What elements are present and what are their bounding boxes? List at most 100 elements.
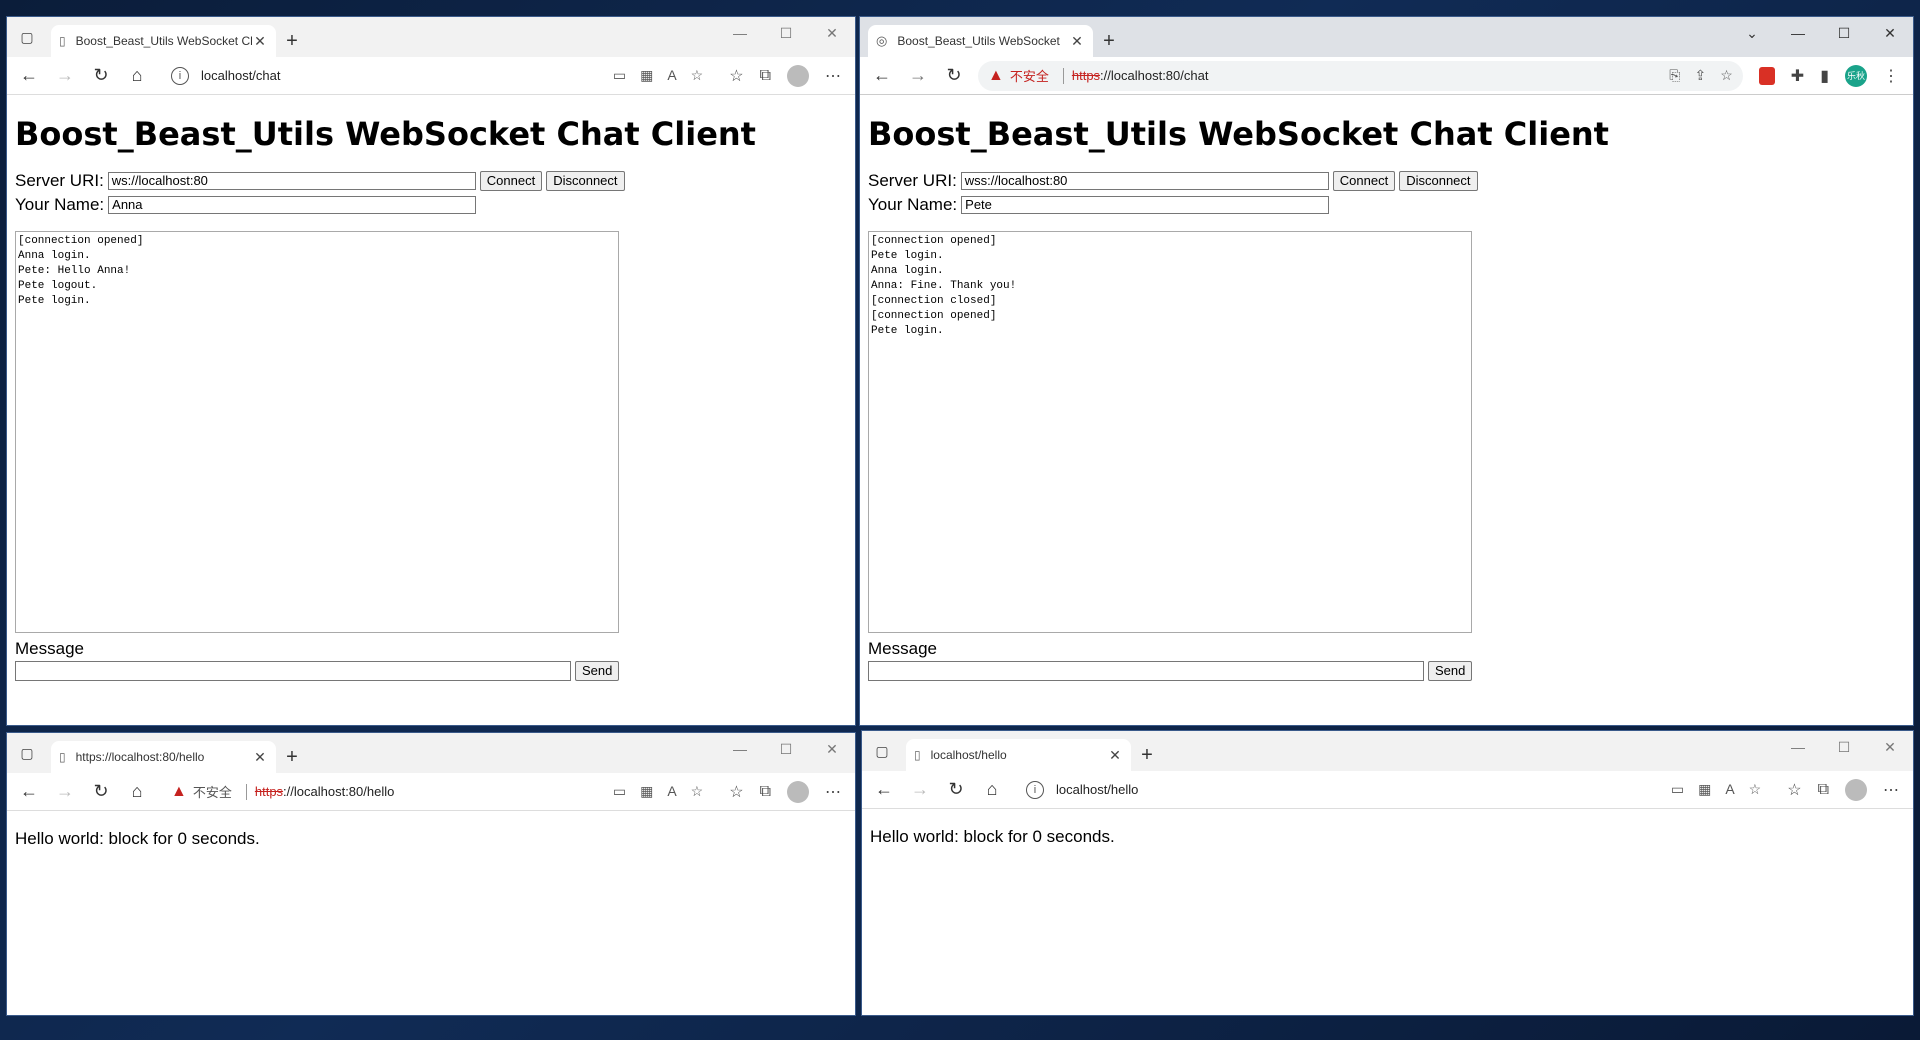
name-input[interactable]: Pete <box>961 196 1330 214</box>
reload-icon[interactable]: ↻ <box>936 60 972 92</box>
chat-log[interactable]: [connection opened] Pete login. Anna log… <box>868 231 1472 633</box>
collections-icon[interactable]: ⧉ <box>1818 781 1829 799</box>
app-available-icon[interactable]: ▭ <box>613 67 626 84</box>
read-aloud-icon[interactable]: A <box>667 783 676 800</box>
favorite-add-icon[interactable]: ☆ <box>691 783 704 800</box>
profile-avatar[interactable]: 乐秋 <box>1845 64 1867 87</box>
tab-actions-icon[interactable]: ▢ <box>7 733 47 773</box>
tab-actions-icon[interactable]: ▢ <box>7 17 47 57</box>
new-tab-button[interactable]: + <box>1131 739 1163 771</box>
close-window-icon[interactable]: ✕ <box>809 733 855 765</box>
server-uri-input[interactable]: wss://localhost:80 <box>960 172 1329 190</box>
maximize-icon[interactable]: ☐ <box>763 733 809 765</box>
address-bar[interactable]: i localhost/hello ▭ ▦ A ☆ <box>1016 775 1771 805</box>
window-top-left: ▢ ▯ Boost_Beast_Utils WebSocket Ch ✕ + —… <box>7 17 855 725</box>
close-window-icon[interactable]: ✕ <box>1867 17 1913 49</box>
close-tab-icon[interactable]: ✕ <box>1069 33 1085 50</box>
disconnect-button[interactable]: Disconnect <box>546 171 625 191</box>
tab-active[interactable]: ▯ localhost/hello ✕ <box>906 739 1131 771</box>
tab-active[interactable]: ◎ Boost_Beast_Utils WebSocket ✕ <box>868 25 1093 57</box>
qr-icon[interactable]: ▦ <box>640 783 653 800</box>
toolbar: ← → ↻ ⌂ i localhost/chat ▭ ▦ A ☆ ☆ ⧉ ⋯ <box>7 57 855 95</box>
home-icon[interactable]: ⌂ <box>119 776 155 808</box>
tab-active[interactable]: ▯ https://localhost:80/hello ✕ <box>51 741 276 773</box>
side-panel-icon[interactable]: ▮ <box>1820 66 1829 86</box>
send-button[interactable]: Send <box>575 661 620 681</box>
home-icon[interactable]: ⌂ <box>974 774 1010 806</box>
minimize-icon[interactable]: — <box>717 17 763 49</box>
reload-icon[interactable]: ↻ <box>83 60 119 92</box>
back-icon[interactable]: ← <box>11 60 47 92</box>
extension-shield-icon[interactable] <box>1758 66 1775 85</box>
back-icon[interactable]: ← <box>866 774 902 806</box>
maximize-icon[interactable]: ☐ <box>1821 731 1867 763</box>
tab-strip: ▢ ▯ localhost/hello ✕ + — ☐ ✕ <box>862 731 1913 771</box>
new-tab-button[interactable]: + <box>276 25 308 57</box>
message-input[interactable] <box>15 661 571 681</box>
info-icon[interactable]: i <box>1026 780 1044 799</box>
favorite-add-icon[interactable]: ☆ <box>1749 781 1762 798</box>
forward-icon[interactable]: → <box>902 774 938 806</box>
app-available-icon[interactable]: ▭ <box>1671 781 1684 798</box>
name-input[interactable]: Anna <box>108 196 477 214</box>
reload-icon[interactable]: ↻ <box>83 776 119 808</box>
close-tab-icon[interactable]: ✕ <box>252 749 268 766</box>
app-available-icon[interactable]: ▭ <box>613 783 626 800</box>
minimize-icon[interactable]: — <box>1775 17 1821 49</box>
home-icon[interactable]: ⌂ <box>119 60 155 92</box>
read-aloud-icon[interactable]: A <box>667 67 676 84</box>
forward-icon[interactable]: → <box>900 60 936 92</box>
send-button[interactable]: Send <box>1428 661 1473 681</box>
address-bar[interactable]: ▲ 不安全 https ://localhost:80/hello ▭ ▦ A … <box>161 777 713 807</box>
tab-active[interactable]: ▯ Boost_Beast_Utils WebSocket Ch ✕ <box>51 25 276 57</box>
close-window-icon[interactable]: ✕ <box>1867 731 1913 763</box>
close-tab-icon[interactable]: ✕ <box>1107 747 1123 764</box>
back-icon[interactable]: ← <box>864 60 900 92</box>
minimize-icon[interactable]: — <box>717 733 763 765</box>
qr-icon[interactable]: ▦ <box>1698 781 1711 798</box>
forward-icon[interactable]: → <box>47 776 83 808</box>
extensions-icon[interactable]: ✚ <box>1791 66 1804 86</box>
connect-button[interactable]: Connect <box>479 171 543 191</box>
profile-avatar[interactable] <box>787 780 809 803</box>
maximize-icon[interactable]: ☐ <box>1821 17 1867 49</box>
message-input[interactable] <box>868 661 1424 681</box>
profile-avatar[interactable] <box>787 64 809 87</box>
disconnect-button[interactable]: Disconnect <box>1399 171 1478 191</box>
connect-button[interactable]: Connect <box>1332 171 1396 191</box>
more-menu-icon[interactable]: ⋮ <box>1883 66 1899 86</box>
forward-icon[interactable]: → <box>47 60 83 92</box>
collections-icon[interactable]: ⧉ <box>760 67 771 85</box>
profile-avatar[interactable] <box>1845 778 1867 801</box>
translate-icon[interactable]: ⎘ <box>1669 67 1680 84</box>
insecure-indicator[interactable]: ▲ 不安全 <box>988 66 1049 85</box>
more-menu-icon[interactable]: ⋯ <box>825 66 841 86</box>
info-icon[interactable]: i <box>171 66 189 85</box>
read-aloud-icon[interactable]: A <box>1725 781 1734 798</box>
back-icon[interactable]: ← <box>11 776 47 808</box>
new-tab-button[interactable]: + <box>276 741 308 773</box>
insecure-indicator[interactable]: ▲ 不安全 <box>171 782 232 801</box>
close-window-icon[interactable]: ✕ <box>809 17 855 49</box>
reload-icon[interactable]: ↻ <box>938 774 974 806</box>
more-menu-icon[interactable]: ⋯ <box>825 782 841 802</box>
collections-icon[interactable]: ⧉ <box>760 783 771 801</box>
maximize-icon[interactable]: ☐ <box>763 17 809 49</box>
tab-actions-icon[interactable]: ▢ <box>862 731 902 771</box>
favorites-icon[interactable]: ☆ <box>1787 780 1801 800</box>
more-menu-icon[interactable]: ⋯ <box>1883 780 1899 800</box>
close-tab-icon[interactable]: ✕ <box>252 33 268 50</box>
address-bar[interactable]: ▲ 不安全 https ://localhost:80/chat ⎘ ⇪ ☆ <box>978 60 1743 91</box>
chat-log[interactable]: [connection opened] Anna login. Pete: He… <box>15 231 619 633</box>
favorites-icon[interactable]: ☆ <box>729 66 743 86</box>
bookmark-icon[interactable]: ☆ <box>1720 67 1733 84</box>
tab-search-icon[interactable]: ⌄ <box>1729 17 1775 49</box>
new-tab-button[interactable]: + <box>1093 25 1125 57</box>
share-icon[interactable]: ⇪ <box>1694 67 1706 84</box>
favorites-icon[interactable]: ☆ <box>729 782 743 802</box>
server-uri-input[interactable]: ws://localhost:80 <box>107 172 476 190</box>
favorite-add-icon[interactable]: ☆ <box>691 67 704 84</box>
minimize-icon[interactable]: — <box>1775 731 1821 763</box>
qr-icon[interactable]: ▦ <box>640 67 653 84</box>
address-bar[interactable]: i localhost/chat ▭ ▦ A ☆ <box>161 61 713 91</box>
